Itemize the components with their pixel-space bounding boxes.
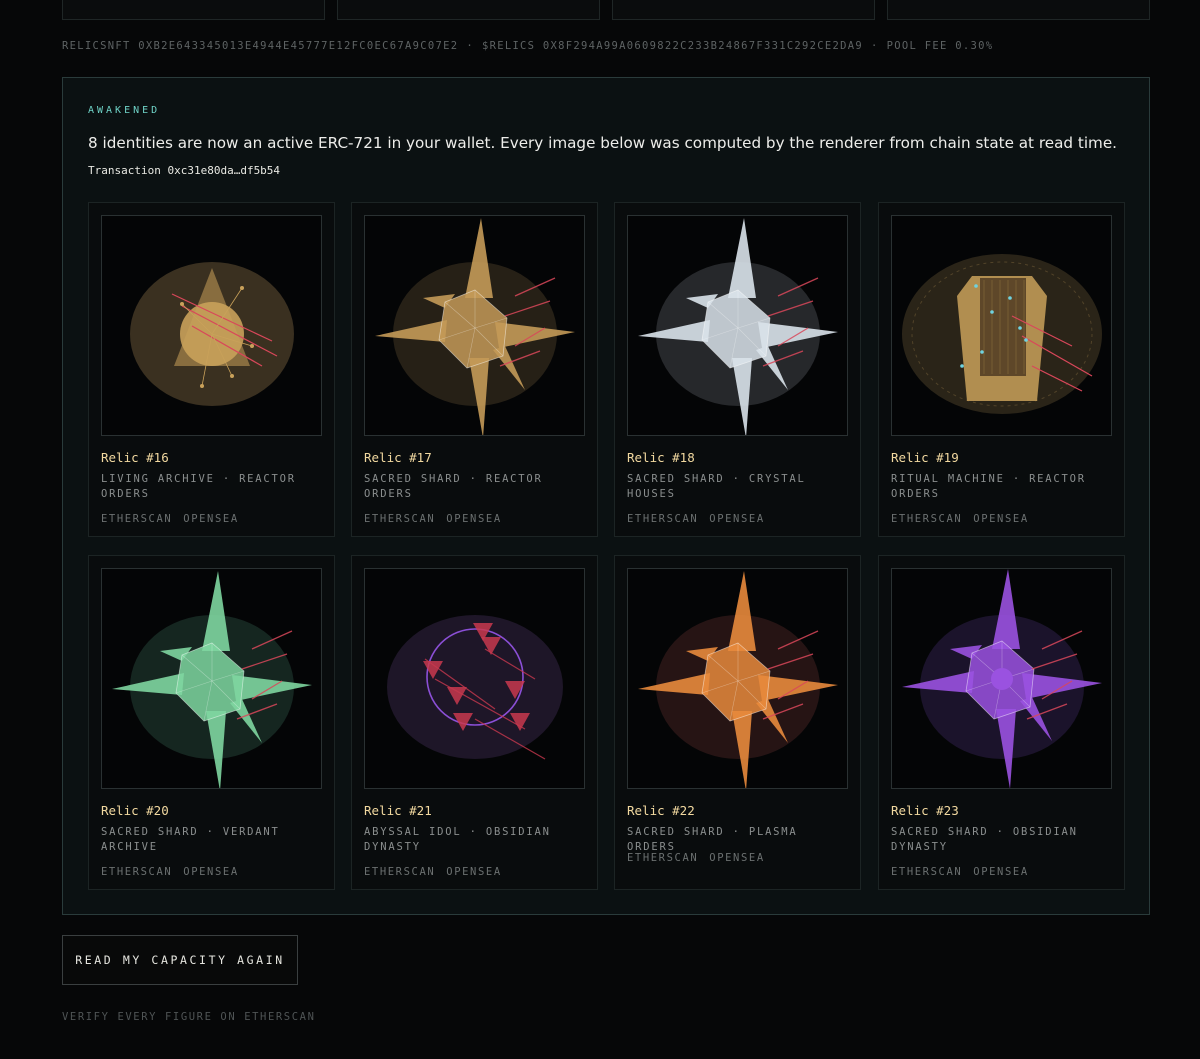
relic-traits: SACRED SHARD · REACTOR ORDERS bbox=[364, 473, 543, 500]
awakened-panel: AWAKENED 8 identities are now an active … bbox=[62, 77, 1150, 915]
relic-card: Relic #23 SACRED SHARD · OBSIDIAN DYNASTY… bbox=[878, 555, 1125, 890]
relic-image bbox=[101, 215, 322, 436]
etherscan-link[interactable]: ETHERSCAN bbox=[364, 513, 435, 525]
relic-traits: RITUAL MACHINE · REACTOR ORDERS bbox=[891, 473, 1086, 500]
relic-name: Relic #23 bbox=[891, 803, 959, 818]
stat-card bbox=[887, 0, 1150, 20]
etherscan-link[interactable]: ETHERSCAN bbox=[364, 866, 435, 878]
relic-card: Relic #18 SACRED SHARD · CRYSTAL HOUSES ET… bbox=[614, 202, 861, 537]
relic-name: Relic #17 bbox=[364, 450, 432, 465]
read-capacity-again-button[interactable]: READ MY CAPACITY AGAIN bbox=[62, 935, 298, 985]
relic-links: ETHERSCAN OPENSEA bbox=[627, 513, 776, 525]
relic-image bbox=[627, 568, 848, 789]
opensea-link[interactable]: OPENSEA bbox=[709, 852, 764, 864]
relic-name: Relic #22 bbox=[627, 803, 695, 818]
relic-figure bbox=[387, 615, 563, 760]
awakened-eyebrow: AWAKENED bbox=[88, 105, 161, 116]
relic-links: ETHERSCAN OPENSEA bbox=[364, 513, 513, 525]
relic-name: Relic #21 bbox=[364, 803, 432, 818]
relic-grid: Relic #16 LIVING ARCHIVE · REACTOR ORDERS… bbox=[88, 202, 1126, 890]
etherscan-link[interactable]: ETHERSCAN bbox=[891, 866, 962, 878]
stat-card bbox=[337, 0, 600, 20]
relic-card: Relic #20 SACRED SHARD · VERDANT ARCHIVE E… bbox=[88, 555, 335, 890]
relic-name: Relic #18 bbox=[627, 450, 695, 465]
relic-figure bbox=[375, 218, 575, 435]
relic-figure bbox=[112, 571, 312, 788]
etherscan-link[interactable]: ETHERSCAN bbox=[627, 513, 698, 525]
relic-image bbox=[364, 568, 585, 789]
verify-etherscan-link[interactable]: VERIFY EVERY FIGURE ON ETHERSCAN bbox=[62, 1011, 316, 1023]
transaction-link[interactable]: Transaction 0xc31e80da…df5b54 bbox=[88, 164, 280, 177]
nft-contract-address[interactable]: RELICSNFT 0XB2E643345013E4944E45777E12FC… bbox=[62, 40, 458, 52]
relic-traits: LIVING ARCHIVE · REACTOR ORDERS bbox=[101, 473, 296, 500]
stat-card bbox=[62, 0, 325, 20]
opensea-link[interactable]: OPENSEA bbox=[446, 866, 501, 878]
relic-card: Relic #16 LIVING ARCHIVE · REACTOR ORDERS… bbox=[88, 202, 335, 537]
etherscan-link[interactable]: ETHERSCAN bbox=[627, 852, 698, 864]
relic-traits: SACRED SHARD · PLASMA ORDERS bbox=[627, 826, 798, 853]
relic-links: ETHERSCAN OPENSEA bbox=[101, 513, 250, 525]
relic-traits: ABYSSAL IDOL · OBSIDIAN DYNASTY bbox=[364, 826, 551, 853]
relic-card: Relic #19 RITUAL MACHINE · REACTOR ORDERS… bbox=[878, 202, 1125, 537]
relic-image bbox=[364, 215, 585, 436]
relic-image bbox=[101, 568, 322, 789]
relic-image bbox=[627, 215, 848, 436]
etherscan-link[interactable]: ETHERSCAN bbox=[101, 866, 172, 878]
pool-fee: POOL FEE 0.30% bbox=[886, 40, 994, 52]
opensea-link[interactable]: OPENSEA bbox=[973, 866, 1028, 878]
relic-card: Relic #21 ABYSSAL IDOL · OBSIDIAN DYNASTY… bbox=[351, 555, 598, 890]
separator: · bbox=[871, 40, 879, 52]
opensea-link[interactable]: OPENSEA bbox=[183, 513, 238, 525]
relic-name: Relic #19 bbox=[891, 450, 959, 465]
relic-figure bbox=[638, 571, 838, 788]
relic-links: ETHERSCAN OPENSEA bbox=[627, 852, 776, 864]
relic-name: Relic #16 bbox=[101, 450, 169, 465]
relic-links: ETHERSCAN OPENSEA bbox=[364, 866, 513, 878]
relic-name: Relic #20 bbox=[101, 803, 169, 818]
previous-stats-row bbox=[62, 0, 1150, 20]
opensea-link[interactable]: OPENSEA bbox=[973, 513, 1028, 525]
etherscan-link[interactable]: ETHERSCAN bbox=[101, 513, 172, 525]
relic-traits: SACRED SHARD · VERDANT ARCHIVE bbox=[101, 826, 280, 853]
opensea-link[interactable]: OPENSEA bbox=[183, 866, 238, 878]
token-contract-address[interactable]: $RELICS 0X8F294A99A0609822C233B24867F331… bbox=[482, 40, 863, 52]
relic-figure bbox=[902, 254, 1102, 414]
relic-card: Relic #17 SACRED SHARD · REACTOR ORDERS ET… bbox=[351, 202, 598, 537]
relic-traits: SACRED SHARD · OBSIDIAN DYNASTY bbox=[891, 826, 1078, 853]
relic-links: ETHERSCAN OPENSEA bbox=[101, 866, 250, 878]
relic-figure bbox=[130, 262, 294, 406]
opensea-link[interactable]: OPENSEA bbox=[446, 513, 501, 525]
stat-card bbox=[612, 0, 875, 20]
relic-image bbox=[891, 215, 1112, 436]
relic-links: ETHERSCAN OPENSEA bbox=[891, 866, 1040, 878]
awakened-headline: 8 identities are now an active ERC-721 i… bbox=[88, 134, 1118, 152]
relic-figure bbox=[638, 218, 838, 435]
opensea-link[interactable]: OPENSEA bbox=[709, 513, 764, 525]
contract-addresses: RELICSNFT 0XB2E643345013E4944E45777E12FC… bbox=[62, 40, 1150, 52]
relic-links: ETHERSCAN OPENSEA bbox=[891, 513, 1040, 525]
relic-card: Relic #22 SACRED SHARD · PLASMA ORDERS ETH… bbox=[614, 555, 861, 890]
etherscan-link[interactable]: ETHERSCAN bbox=[891, 513, 962, 525]
relic-figure bbox=[902, 569, 1102, 788]
relic-traits: SACRED SHARD · CRYSTAL HOUSES bbox=[627, 473, 806, 500]
relic-image bbox=[891, 568, 1112, 789]
separator: · bbox=[466, 40, 474, 52]
